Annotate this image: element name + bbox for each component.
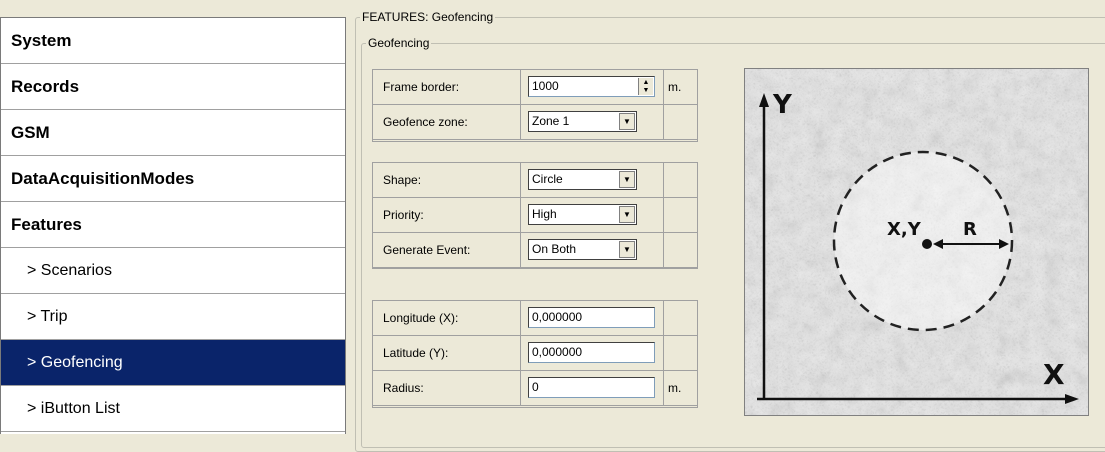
center-label: X,Y xyxy=(887,219,922,240)
sidebar-item-trip[interactable]: > Trip xyxy=(1,294,345,340)
priority-select[interactable]: High ▼ xyxy=(528,204,637,225)
empty-cell xyxy=(664,198,697,233)
shape-value: Circle xyxy=(532,172,563,186)
frame-border-value: 1000 xyxy=(532,79,559,93)
longitude-cell: 0,000000 xyxy=(521,301,664,336)
frame-border-row: Frame border: 1000 ▲ ▼ m. xyxy=(373,70,697,105)
sidebar-item-ibutton-list[interactable]: > iButton List xyxy=(1,386,345,432)
sidebar-item-label: > Geofencing xyxy=(27,353,123,371)
coordinates-grid: Longitude (X): 0,000000 Latitude (Y): 0,… xyxy=(372,300,698,408)
geofence-zone-select[interactable]: Zone 1 ▼ xyxy=(528,111,637,132)
shape-label: Shape: xyxy=(373,163,521,198)
frame-border-unit: m. xyxy=(664,70,697,105)
generate-event-value: On Both xyxy=(532,242,577,256)
shape-row: Shape: Circle ▼ xyxy=(373,163,697,198)
empty-cell xyxy=(664,163,697,198)
center-point xyxy=(922,239,932,249)
sidebar-item-label: Records xyxy=(11,76,80,96)
radius-unit: m. xyxy=(664,371,697,406)
empty-cell xyxy=(664,233,697,268)
spin-buttons[interactable]: ▲ ▼ xyxy=(638,78,653,95)
y-axis-label: Y xyxy=(772,90,793,120)
frame-border-cell: 1000 ▲ ▼ xyxy=(521,70,664,105)
longitude-input[interactable]: 0,000000 xyxy=(528,307,655,328)
sidebar-item-label: > iButton List xyxy=(27,399,120,417)
empty-cell xyxy=(664,336,697,371)
radius-input[interactable]: 0 xyxy=(528,377,655,398)
dropdown-arrow-icon[interactable]: ▼ xyxy=(619,241,635,258)
sidebar-item-geofencing[interactable]: > Geofencing xyxy=(1,340,345,386)
radius-row: Radius: 0 m. xyxy=(373,371,697,406)
geofence-zone-value: Zone 1 xyxy=(532,114,570,128)
map-background-image: Y X X,Y R xyxy=(745,69,1088,415)
sidebar-item-system[interactable]: System xyxy=(1,18,345,64)
latitude-row: Latitude (Y): 0,000000 xyxy=(373,336,697,371)
group-title: FEATURES: Geofencing xyxy=(362,10,494,24)
empty-cell xyxy=(664,301,697,336)
generate-event-label: Generate Event: xyxy=(373,233,521,268)
shape-grid: Shape: Circle ▼ Priority: High ▼ Generate … xyxy=(372,162,698,269)
sidebar-item-label: DataAcquisitionModes xyxy=(11,168,195,188)
frame-border-input[interactable]: 1000 ▲ ▼ xyxy=(528,76,655,97)
spin-down-icon[interactable]: ▼ xyxy=(643,87,650,95)
priority-cell: High ▼ xyxy=(521,198,664,233)
empty-cell xyxy=(664,105,697,140)
shape-cell: Circle ▼ xyxy=(521,163,664,198)
longitude-row: Longitude (X): 0,000000 xyxy=(373,301,697,336)
radius-marker-label: R xyxy=(963,219,977,240)
dropdown-arrow-icon[interactable]: ▼ xyxy=(619,206,635,223)
spin-up-icon[interactable]: ▲ xyxy=(643,79,650,87)
sidebar: System Records GSM DataAcquisitionModes … xyxy=(0,17,346,434)
shape-select[interactable]: Circle ▼ xyxy=(528,169,637,190)
radius-label: Radius: xyxy=(373,371,521,406)
longitude-label: Longitude (X): xyxy=(373,301,521,336)
sidebar-item-scenarios[interactable]: > Scenarios xyxy=(1,248,345,294)
sidebar-item-gsm[interactable]: GSM xyxy=(1,110,345,156)
frame-border-label: Frame border: xyxy=(373,70,521,105)
sidebar-item-data-acquisition-modes[interactable]: DataAcquisitionModes xyxy=(1,156,345,202)
subgroup-title: Geofencing xyxy=(368,36,430,50)
sidebar-item-label: System xyxy=(11,30,72,50)
dropdown-arrow-icon[interactable]: ▼ xyxy=(619,171,635,188)
generate-event-cell: On Both ▼ xyxy=(521,233,664,268)
geofence-illustration: Y X X,Y R xyxy=(744,68,1089,416)
latitude-label: Latitude (Y): xyxy=(373,336,521,371)
generate-event-select[interactable]: On Both ▼ xyxy=(528,239,637,260)
priority-label: Priority: xyxy=(373,198,521,233)
latitude-cell: 0,000000 xyxy=(521,336,664,371)
zone-grid: Frame border: 1000 ▲ ▼ m. Geofence zone: … xyxy=(372,69,698,142)
latitude-input[interactable]: 0,000000 xyxy=(528,342,655,363)
dropdown-arrow-icon[interactable]: ▼ xyxy=(619,113,635,130)
sidebar-item-label: > Scenarios xyxy=(27,261,112,279)
priority-value: High xyxy=(532,207,557,221)
sidebar-item-label: GSM xyxy=(11,122,50,142)
geofence-zone-label: Geofence zone: xyxy=(373,105,521,140)
geofence-zone-row: Geofence zone: Zone 1 ▼ xyxy=(373,105,697,140)
sidebar-item-records[interactable]: Records xyxy=(1,64,345,110)
radius-cell: 0 xyxy=(521,371,664,406)
sidebar-item-label: > Trip xyxy=(27,307,68,325)
geofence-zone-cell: Zone 1 ▼ xyxy=(521,105,664,140)
sidebar-item-features[interactable]: Features xyxy=(1,202,345,248)
sidebar-item-label: Features xyxy=(11,214,82,234)
generate-event-row: Generate Event: On Both ▼ xyxy=(373,233,697,268)
x-axis-label: X xyxy=(1043,358,1065,391)
priority-row: Priority: High ▼ xyxy=(373,198,697,233)
